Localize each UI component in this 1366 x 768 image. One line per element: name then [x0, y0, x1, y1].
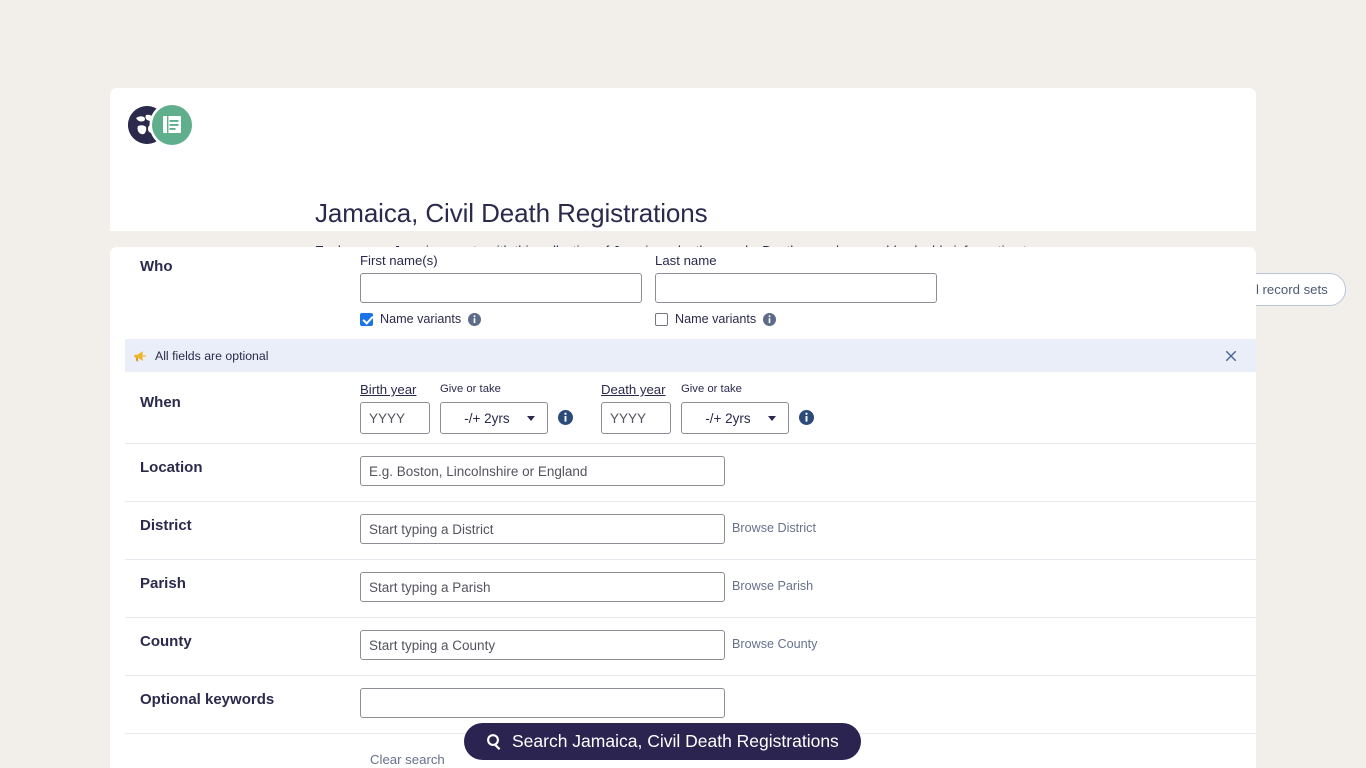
record-set-icon	[126, 104, 196, 146]
info-icon[interactable]	[763, 312, 777, 326]
all-record-sets-label: All record sets	[1244, 282, 1328, 297]
first-name-variants-label: Name variants	[380, 312, 462, 326]
form-row-county: County Browse County	[125, 618, 1256, 676]
page-title: Jamaica, Civil Death Registrations	[315, 198, 708, 228]
page-root: Jamaica, Civil Death Registrations Explo…	[0, 0, 1366, 768]
book-icon	[152, 105, 192, 145]
last-name-variants-checkbox[interactable]	[655, 312, 668, 326]
chevron-down-icon	[527, 416, 535, 421]
optional-fields-banner: All fields are optional	[125, 339, 1256, 372]
optional-fields-banner-text: All fields are optional	[155, 348, 269, 363]
death-year-group: Death year Give or take -/+ 2yrs	[601, 382, 814, 434]
chevron-down-icon	[768, 416, 776, 421]
search-button-label: Search Jamaica, Civil Death Registration…	[512, 731, 839, 751]
death-give-or-take-select[interactable]: -/+ 2yrs	[681, 402, 789, 434]
death-year-input[interactable]	[601, 402, 671, 434]
keywords-input[interactable]	[360, 688, 725, 718]
first-name-input[interactable]	[360, 273, 642, 303]
search-button[interactable]: Search Jamaica, Civil Death Registration…	[464, 723, 861, 760]
parish-input[interactable]	[360, 572, 725, 602]
last-name-variants-label: Name variants	[675, 312, 757, 326]
birth-give-or-take-label: Give or take	[440, 383, 501, 395]
first-name-label: First name(s)	[360, 253, 438, 268]
first-name-variants-checkbox[interactable]	[360, 312, 373, 326]
search-icon	[487, 734, 501, 750]
info-icon[interactable]	[468, 312, 482, 326]
form-row-parish: Parish Browse Parish	[125, 560, 1256, 618]
browse-district-link[interactable]: Browse District	[732, 521, 816, 535]
browse-county-link[interactable]: Browse County	[732, 637, 817, 651]
info-icon[interactable]	[799, 410, 814, 425]
county-label: County	[140, 633, 192, 650]
megaphone-icon	[134, 350, 146, 361]
district-label: District	[140, 517, 192, 534]
birth-year-input[interactable]	[360, 402, 430, 434]
clear-search-link[interactable]: Clear search	[370, 752, 445, 767]
form-row-when: When Birth year Give or take -/+ 2yrs	[125, 372, 1256, 444]
last-name-variants-toggle[interactable]: Name variants	[655, 312, 777, 326]
district-input[interactable]	[360, 514, 725, 544]
death-give-or-take-label: Give or take	[681, 383, 742, 395]
last-name-group: Last name Name variants	[655, 253, 937, 326]
form-row-who: Who First name(s) Name variants Last nam…	[125, 247, 1256, 339]
parish-label: Parish	[140, 575, 186, 592]
death-year-label: Death year	[601, 382, 666, 397]
birth-year-group: Birth year Give or take -/+ 2yrs	[360, 382, 573, 434]
close-icon[interactable]	[1224, 349, 1238, 363]
location-input[interactable]	[360, 456, 725, 486]
info-icon[interactable]	[558, 410, 573, 425]
last-name-label: Last name	[655, 253, 717, 268]
search-form-card: Who First name(s) Name variants Last nam…	[110, 247, 1256, 768]
form-row-location: Location	[125, 444, 1256, 502]
record-set-header-card: Jamaica, Civil Death Registrations Explo…	[110, 88, 1346, 306]
when-section-label: When	[140, 394, 181, 411]
first-name-variants-toggle[interactable]: Name variants	[360, 312, 482, 326]
birth-year-label: Birth year	[360, 382, 417, 397]
county-input[interactable]	[360, 630, 725, 660]
form-row-district: District Browse District	[125, 502, 1256, 560]
birth-give-or-take-select[interactable]: -/+ 2yrs	[440, 402, 548, 434]
last-name-input[interactable]	[655, 273, 937, 303]
keywords-label: Optional keywords	[140, 691, 275, 708]
location-label: Location	[140, 459, 203, 476]
first-name-group: First name(s) Name variants	[360, 253, 642, 326]
browse-parish-link[interactable]: Browse Parish	[732, 579, 813, 593]
who-section-label: Who	[140, 258, 173, 275]
